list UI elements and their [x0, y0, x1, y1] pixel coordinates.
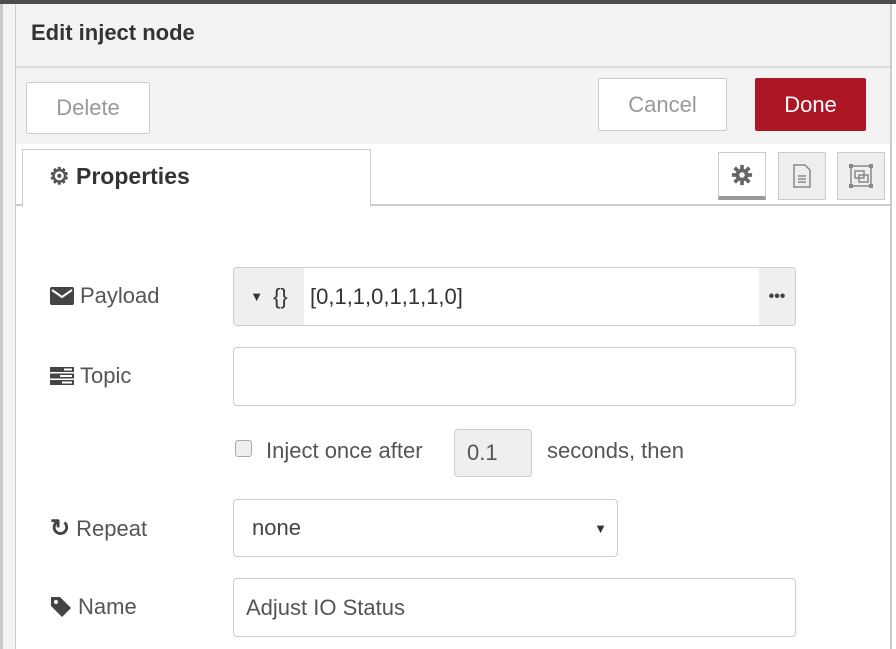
topic-label-text: Topic: [80, 363, 132, 388]
payload-value-input[interactable]: [0,1,1,0,1,1,1,0]: [304, 284, 759, 310]
inject-once-suffix: seconds, then: [547, 438, 684, 463]
select-caret-icon: ▼: [594, 520, 607, 536]
topic-input[interactable]: [233, 347, 796, 406]
name-label: Name: [50, 594, 137, 620]
repeat-label: ↻ Repeat: [50, 514, 147, 543]
payload-label-text: Payload: [80, 283, 160, 308]
tab-label: Properties: [76, 163, 190, 189]
dialog-title: Edit inject node: [16, 4, 890, 68]
name-label-text: Name: [78, 594, 137, 619]
tab-properties[interactable]: ⚙ Properties: [22, 149, 371, 207]
dialog-toolbar: Delete Cancel Done: [16, 68, 890, 144]
repeat-select[interactable]: none ▼: [233, 499, 618, 557]
gear-icon: [731, 164, 753, 185]
payload-typed-input: ▼ {} [0,1,1,0,1,1,1,0] •••: [233, 267, 796, 326]
payload-type-icon: {}: [273, 283, 288, 309]
envelope-icon: [50, 287, 74, 305]
inject-once-label: Inject once after: [266, 438, 423, 463]
payload-type-select[interactable]: ▼ {}: [234, 268, 304, 325]
tasks-icon: [50, 367, 74, 385]
delete-button[interactable]: Delete: [26, 82, 150, 134]
repeat-value: none: [252, 515, 301, 540]
expand-editor-button[interactable]: •••: [759, 268, 795, 325]
done-button[interactable]: Done: [755, 78, 866, 131]
topic-label: Topic: [50, 363, 131, 389]
tab-bar: ⚙ Properties: [16, 144, 890, 207]
tag-icon: [51, 597, 71, 617]
right-edge: [890, 4, 896, 649]
description-tab-button[interactable]: [778, 152, 826, 200]
left-edge: [0, 4, 16, 649]
refresh-icon: ↻: [50, 515, 71, 542]
caret-down-icon: ▼: [250, 289, 264, 304]
cancel-button[interactable]: Cancel: [598, 78, 727, 131]
inject-once-checkbox[interactable]: [235, 440, 252, 457]
appearance-tab-button[interactable]: [837, 152, 885, 200]
properties-tab-button[interactable]: [718, 152, 766, 200]
inject-delay-input[interactable]: 0.1: [454, 429, 532, 477]
name-input[interactable]: Adjust IO Status: [233, 578, 796, 637]
gear-icon: ⚙: [49, 163, 70, 189]
expand-icon: [849, 164, 873, 188]
edit-tray: Edit inject node Delete Cancel Done ⚙ Pr…: [16, 4, 890, 649]
file-text-icon: [793, 164, 811, 188]
payload-label: Payload: [50, 283, 160, 309]
repeat-label-text: Repeat: [76, 515, 148, 541]
